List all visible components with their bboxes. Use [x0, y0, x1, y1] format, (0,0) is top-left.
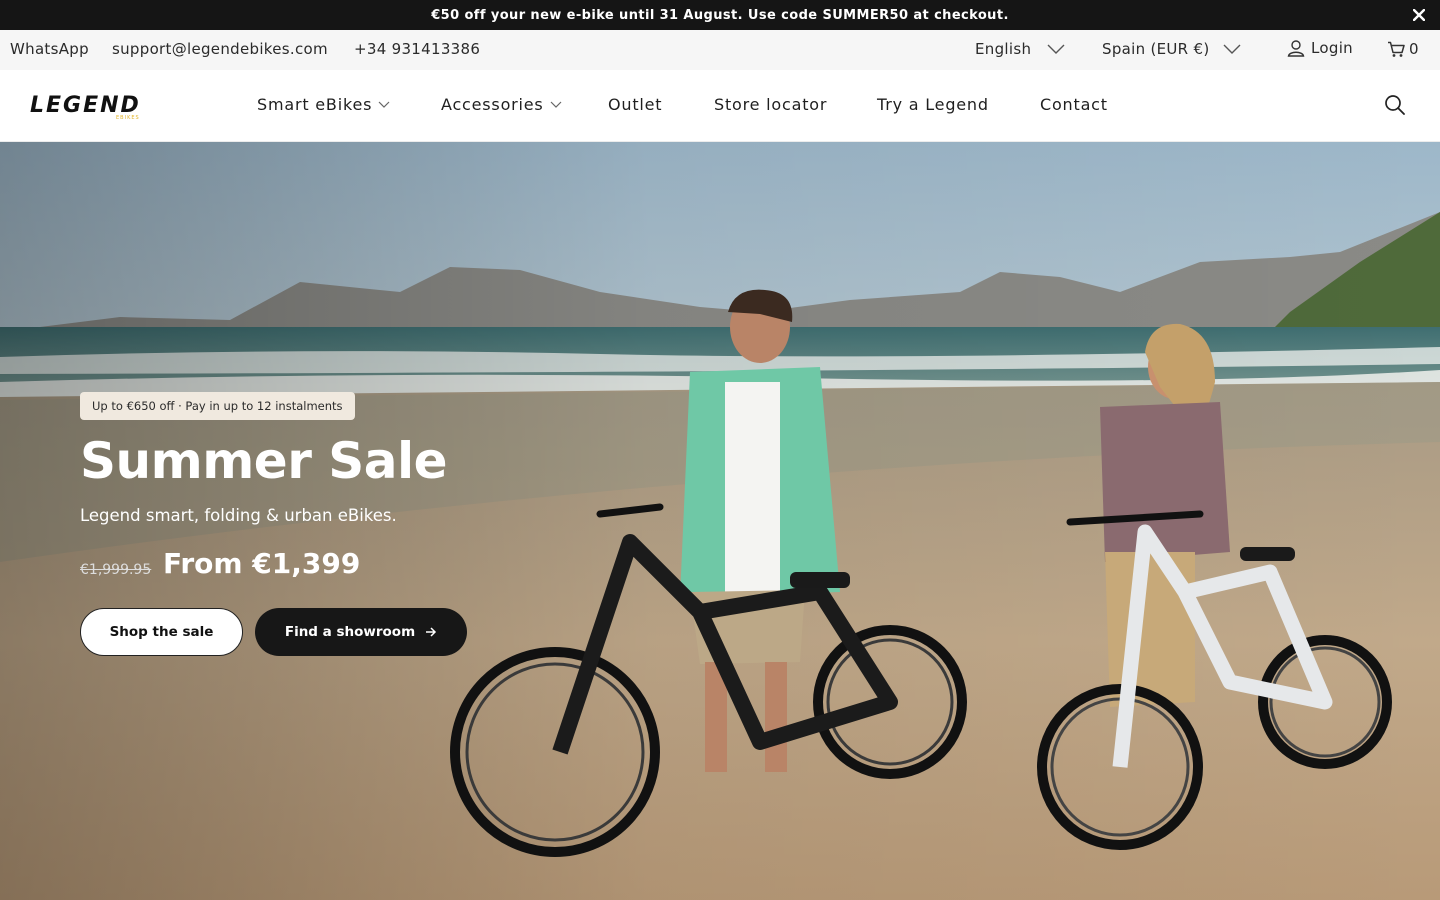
arrow-right-icon: [426, 627, 437, 637]
button-label: Shop the sale: [109, 624, 214, 640]
nav-label: Contact: [1040, 95, 1108, 114]
nav-outlet[interactable]: Outlet: [608, 95, 662, 114]
login-label: Login: [1311, 39, 1353, 57]
button-label: Find a showroom: [284, 624, 416, 640]
promo-badge: Up to €650 off · Pay in up to 12 instalm…: [80, 392, 355, 420]
hero-subtitle: Legend smart, folding & urban eBikes.: [80, 506, 397, 525]
price-old: €1,999.95: [80, 562, 152, 578]
announcement-text: €50 off your new e-bike until 31 August.…: [431, 7, 1009, 23]
user-icon: [1287, 40, 1305, 57]
shop-the-sale-button[interactable]: Shop the sale: [80, 608, 243, 656]
search-icon[interactable]: [1384, 94, 1406, 116]
nav-smart-ebikes[interactable]: Smart eBikes: [257, 95, 390, 114]
phone-link[interactable]: +34 931413386: [354, 40, 480, 58]
nav-contact[interactable]: Contact: [1040, 95, 1108, 114]
hero-banner: Up to €650 off · Pay in up to 12 instalm…: [0, 142, 1440, 900]
nav-accessories[interactable]: Accessories: [441, 95, 562, 114]
support-email-link[interactable]: support@legendebikes.com: [112, 40, 328, 58]
login-link[interactable]: Login: [1287, 39, 1353, 57]
hero-title: Summer Sale: [80, 432, 448, 490]
cart-button[interactable]: 0: [1387, 40, 1419, 58]
close-icon[interactable]: [1410, 6, 1428, 24]
chevron-down-icon: [378, 101, 390, 108]
chevron-down-icon: [1047, 44, 1065, 54]
nav-label: Smart eBikes: [257, 95, 373, 114]
nav-label: Accessories: [441, 95, 544, 114]
nav-label: Try a Legend: [877, 95, 989, 114]
nav-store-locator[interactable]: Store locator: [714, 95, 827, 114]
whatsapp-link[interactable]: WhatsApp: [10, 40, 89, 58]
nav-label: Outlet: [608, 95, 663, 114]
region-selector[interactable]: Spain (EUR €): [1102, 40, 1241, 58]
find-a-showroom-button[interactable]: Find a showroom: [255, 608, 467, 656]
price-new: From €1,399: [163, 547, 361, 580]
chevron-down-icon: [550, 101, 562, 108]
main-header: LEGEND EBIKES Smart eBikes Accessories O…: [0, 70, 1440, 142]
legend-logo[interactable]: LEGEND EBIKES: [30, 90, 150, 121]
nav-try-a-legend[interactable]: Try a Legend: [877, 95, 989, 114]
chevron-down-icon: [1223, 44, 1241, 54]
language-selector[interactable]: English: [975, 40, 1065, 58]
cart-icon: [1388, 41, 1405, 57]
utility-bar: WhatsApp support@legendebikes.com +34 93…: [0, 30, 1440, 70]
cart-count: 0: [1409, 40, 1419, 58]
svg-text:EBIKES: EBIKES: [116, 115, 140, 120]
nav-label: Store locator: [714, 95, 828, 114]
announcement-bar: €50 off your new e-bike until 31 August.…: [0, 0, 1440, 30]
region-label: Spain (EUR €): [1102, 40, 1210, 58]
language-label: English: [975, 40, 1032, 58]
